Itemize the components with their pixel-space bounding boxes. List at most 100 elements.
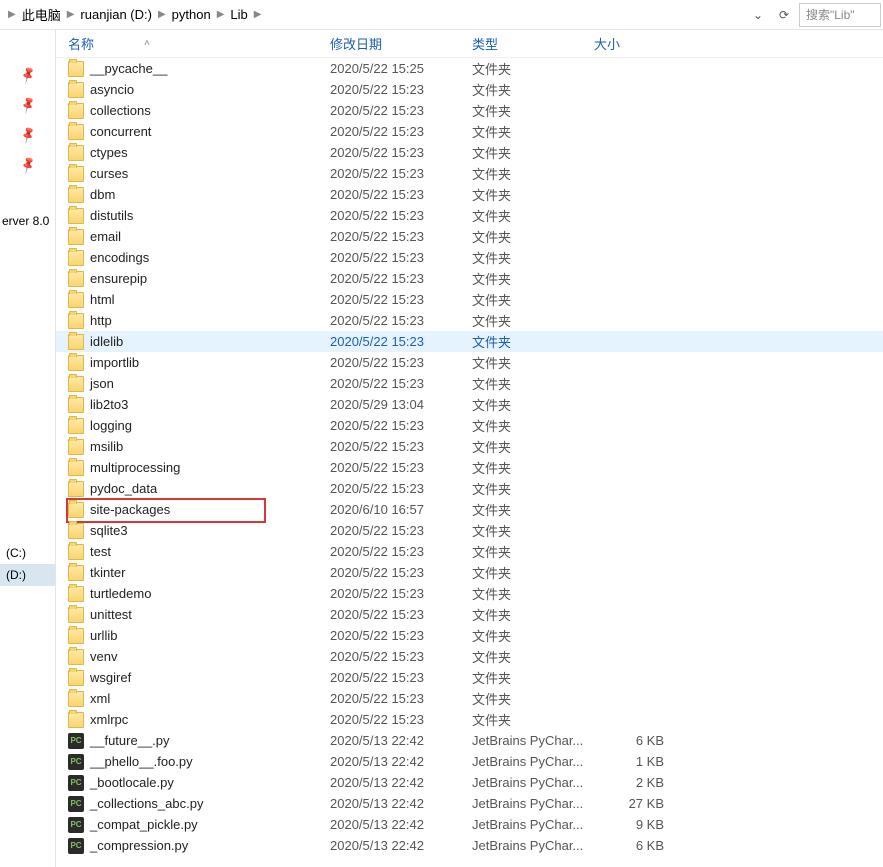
pin-icon[interactable]: 📌 [17,155,38,175]
pin-icon[interactable]: 📌 [17,65,38,85]
file-row[interactable]: PC__future__.py2020/5/13 22:42JetBrains … [56,730,883,751]
sidebar-drive-d[interactable]: (D:) [0,564,55,586]
breadcrumb-item[interactable]: Lib [226,4,251,25]
file-row[interactable]: logging2020/5/22 15:23文件夹 [56,415,883,436]
file-row[interactable]: idlelib2020/5/22 15:23文件夹 [56,331,883,352]
dropdown-icon[interactable]: ⌄ [747,4,769,26]
cell-date: 2020/5/22 15:23 [330,145,472,160]
cell-type: JetBrains PyChar... [472,754,594,769]
cell-type: 文件夹 [472,689,594,708]
cell-name: PC_compression.py [68,838,330,854]
file-row[interactable]: __pycache__2020/5/22 15:25文件夹 [56,58,883,79]
folder-icon [68,313,84,329]
cell-date: 2020/5/22 15:23 [330,460,472,475]
file-row[interactable]: xml2020/5/22 15:23文件夹 [56,688,883,709]
cell-name: sqlite3 [68,523,330,539]
refresh-icon[interactable]: ⟳ [773,4,795,26]
file-row[interactable]: json2020/5/22 15:23文件夹 [56,373,883,394]
file-row[interactable]: turtledemo2020/5/22 15:23文件夹 [56,583,883,604]
file-name: concurrent [90,124,151,139]
file-name: curses [90,166,128,181]
file-row[interactable]: http2020/5/22 15:23文件夹 [56,310,883,331]
column-header-name[interactable]: 名称 ˄ [68,34,330,53]
cell-name: lib2to3 [68,397,330,413]
file-row[interactable]: asyncio2020/5/22 15:23文件夹 [56,79,883,100]
cell-type: 文件夹 [472,227,594,246]
breadcrumb-item[interactable]: python [168,4,215,25]
cell-type: 文件夹 [472,605,594,624]
file-row[interactable]: site-packages2020/6/10 16:57文件夹 [56,499,883,520]
file-row[interactable]: PC_compat_pickle.py2020/5/13 22:42JetBra… [56,814,883,835]
file-row[interactable]: PC__phello__.foo.py2020/5/13 22:42JetBra… [56,751,883,772]
file-row[interactable]: collections2020/5/22 15:23文件夹 [56,100,883,121]
file-row[interactable]: PC_bootlocale.py2020/5/13 22:42JetBrains… [56,772,883,793]
file-row[interactable]: curses2020/5/22 15:23文件夹 [56,163,883,184]
file-row[interactable]: ctypes2020/5/22 15:23文件夹 [56,142,883,163]
file-row[interactable]: urllib2020/5/22 15:23文件夹 [56,625,883,646]
chevron-right-icon[interactable]: ▶ [252,9,264,20]
file-row[interactable]: ensurepip2020/5/22 15:23文件夹 [56,268,883,289]
file-row[interactable]: PC_collections_abc.py2020/5/13 22:42JetB… [56,793,883,814]
chevron-right-icon[interactable]: ▶ [6,9,18,20]
breadcrumb-item[interactable]: ruanjian (D:) [76,4,156,25]
cell-date: 2020/5/22 15:23 [330,376,472,391]
chevron-right-icon: ▶ [215,9,227,20]
file-row[interactable]: test2020/5/22 15:23文件夹 [56,541,883,562]
file-row[interactable]: PC_compression.py2020/5/13 22:42JetBrain… [56,835,883,856]
cell-date: 2020/5/13 22:42 [330,796,472,811]
cell-type: 文件夹 [472,584,594,603]
cell-type: 文件夹 [472,101,594,120]
cell-type: 文件夹 [472,458,594,477]
file-row[interactable]: tkinter2020/5/22 15:23文件夹 [56,562,883,583]
column-header-size[interactable]: 大小 [594,34,674,53]
file-row[interactable]: msilib2020/5/22 15:23文件夹 [56,436,883,457]
file-row[interactable]: xmlrpc2020/5/22 15:23文件夹 [56,709,883,730]
column-header-date[interactable]: 修改日期 [330,34,472,53]
file-row[interactable]: multiprocessing2020/5/22 15:23文件夹 [56,457,883,478]
cell-date: 2020/5/22 15:23 [330,292,472,307]
file-row[interactable]: concurrent2020/5/22 15:23文件夹 [56,121,883,142]
cell-date: 2020/5/13 22:42 [330,838,472,853]
cell-type: 文件夹 [472,521,594,540]
folder-icon [68,502,84,518]
cell-size: 9 KB [594,817,674,832]
sidebar-drive-c[interactable]: (C:) [0,542,55,564]
file-row[interactable]: wsgiref2020/5/22 15:23文件夹 [56,667,883,688]
pin-icon[interactable]: 📌 [17,125,38,145]
cell-type: 文件夹 [472,80,594,99]
file-row[interactable]: distutils2020/5/22 15:23文件夹 [56,205,883,226]
pin-icon[interactable]: 📌 [17,95,38,115]
file-row[interactable]: venv2020/5/22 15:23文件夹 [56,646,883,667]
sidebar-label[interactable]: erver 8.0 [0,210,55,232]
file-row[interactable]: importlib2020/5/22 15:23文件夹 [56,352,883,373]
cell-date: 2020/5/22 15:23 [330,607,472,622]
python-file-icon: PC [68,838,84,854]
column-header-type[interactable]: 类型 [472,34,594,53]
cell-type: 文件夹 [472,563,594,582]
cell-type: JetBrains PyChar... [472,817,594,832]
file-row[interactable]: encodings2020/5/22 15:23文件夹 [56,247,883,268]
file-name: xmlrpc [90,712,128,727]
cell-type: 文件夹 [472,542,594,561]
folder-icon [68,544,84,560]
file-row[interactable]: sqlite32020/5/22 15:23文件夹 [56,520,883,541]
cell-date: 2020/5/22 15:23 [330,670,472,685]
folder-icon [68,439,84,455]
file-row[interactable]: email2020/5/22 15:23文件夹 [56,226,883,247]
search-placeholder: 搜索"Lib" [806,6,855,23]
file-row[interactable]: unittest2020/5/22 15:23文件夹 [56,604,883,625]
cell-name: http [68,313,330,329]
file-row[interactable]: lib2to32020/5/29 13:04文件夹 [56,394,883,415]
breadcrumb-item[interactable]: 此电脑 [18,2,65,27]
folder-icon [68,649,84,665]
cell-size: 1 KB [594,754,674,769]
cell-type: 文件夹 [472,500,594,519]
search-input[interactable]: 搜索"Lib" [799,3,881,27]
file-name: idlelib [90,334,123,349]
cell-date: 2020/5/22 15:23 [330,481,472,496]
python-file-icon: PC [68,796,84,812]
file-row[interactable]: dbm2020/5/22 15:23文件夹 [56,184,883,205]
file-row[interactable]: html2020/5/22 15:23文件夹 [56,289,883,310]
cell-name: importlib [68,355,330,371]
file-row[interactable]: pydoc_data2020/5/22 15:23文件夹 [56,478,883,499]
